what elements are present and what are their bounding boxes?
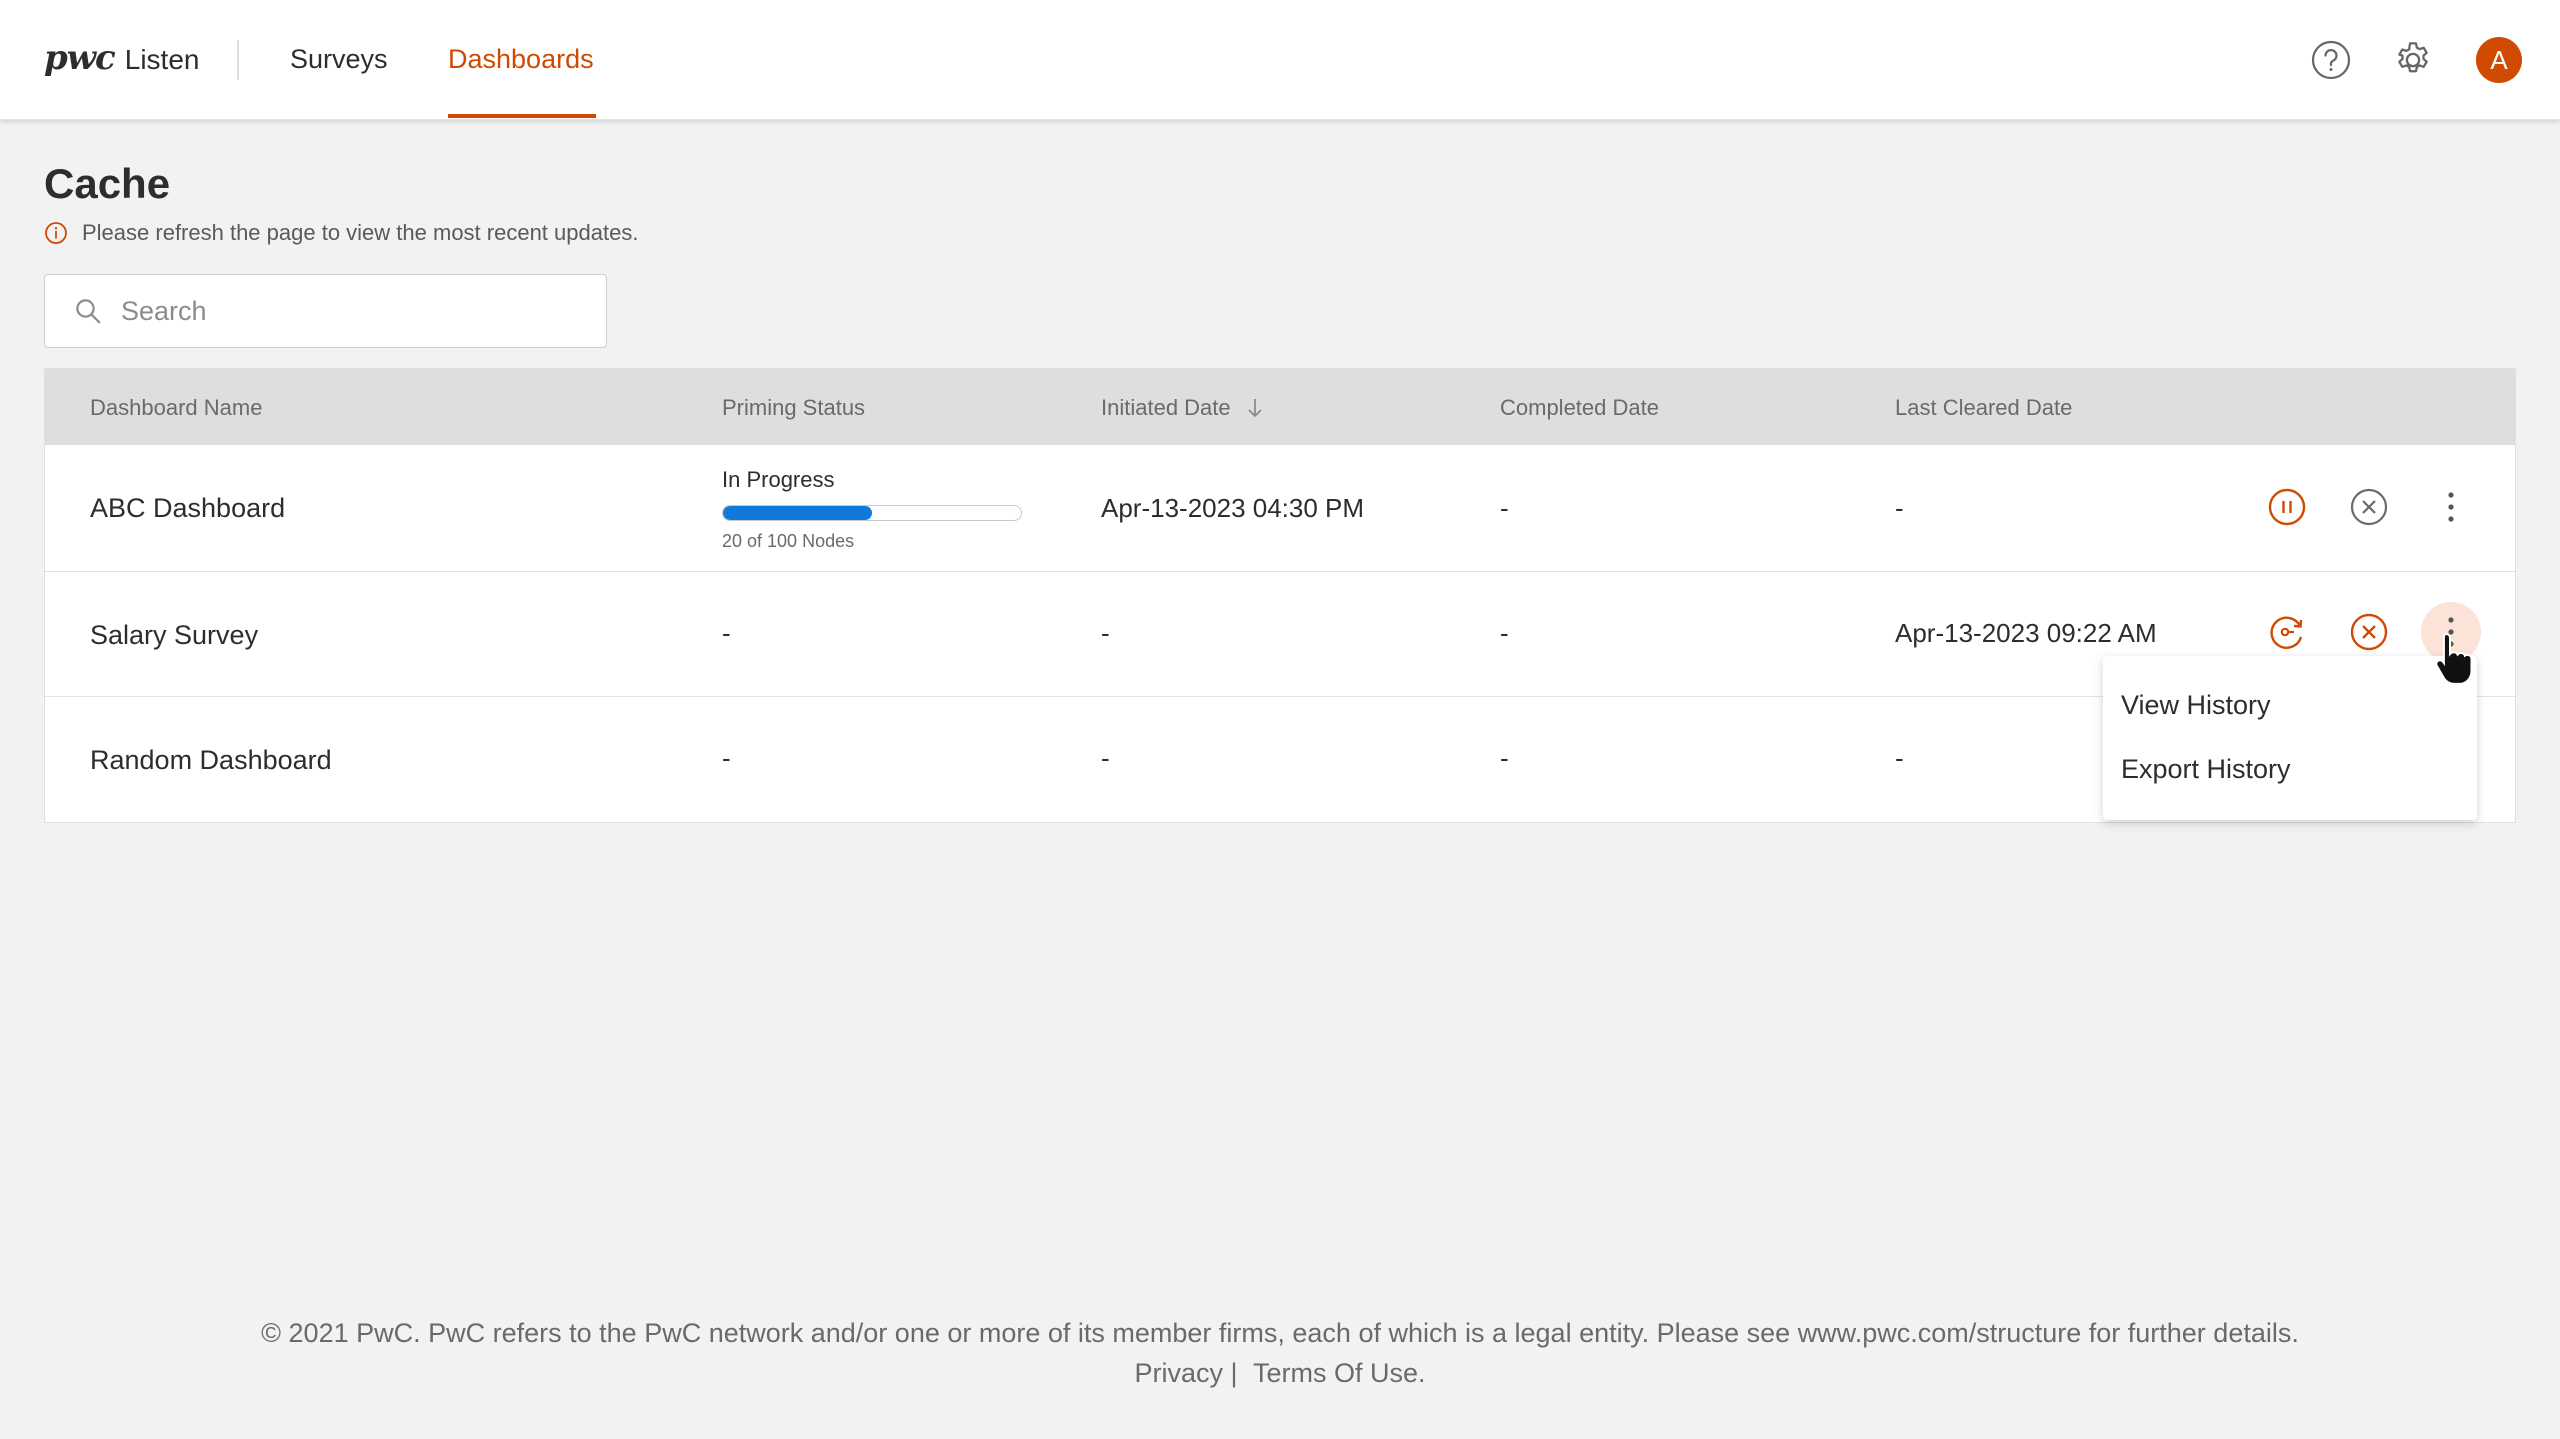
- info-icon: [45, 222, 67, 244]
- prime-icon[interactable]: [2265, 610, 2309, 654]
- cancel-icon[interactable]: [2347, 610, 2391, 654]
- priming-progress-text: 20 of 100 Nodes: [722, 531, 855, 551]
- more-icon[interactable]: [2429, 485, 2473, 529]
- column-header-priming-status[interactable]: Priming Status: [722, 395, 865, 421]
- menu-item-view-history[interactable]: View History: [2121, 690, 2271, 721]
- priming-status-label: In Progress: [722, 467, 835, 492]
- table-header: Dashboard Name Priming Status Initiated …: [45, 369, 2515, 445]
- user-avatar[interactable]: A: [2476, 37, 2522, 83]
- refresh-notice: Please refresh the page to view the most…: [44, 220, 638, 246]
- column-header-initiated-date[interactable]: Initiated Date: [1101, 395, 1265, 421]
- pwc-logo: pwc: [44, 38, 116, 78]
- sort-descending-icon[interactable]: [1245, 396, 1265, 420]
- column-header-initiated-date-label: Initiated Date: [1101, 395, 1231, 420]
- column-header-completed-date[interactable]: Completed Date: [1500, 395, 1659, 421]
- priming-status: -: [722, 618, 731, 648]
- help-icon[interactable]: [2309, 38, 2353, 82]
- last-cleared-date: -: [1895, 493, 1904, 523]
- dashboard-name: Random Dashboard: [90, 745, 332, 775]
- column-header-last-cleared-date[interactable]: Last Cleared Date: [1895, 395, 2072, 421]
- terms-of-use-link[interactable]: Terms Of Use.: [1253, 1358, 1426, 1388]
- priming-progress-bar: [722, 505, 1022, 521]
- menu-item-export-history[interactable]: Export History: [2121, 754, 2291, 785]
- last-cleared-date: -: [1895, 743, 1904, 773]
- last-cleared-date: Apr-13-2023 09:22 AM: [1895, 618, 2157, 648]
- nav-dashboards[interactable]: Dashboards: [448, 44, 594, 75]
- footer-copyright: © 2021 PwC. PwC refers to the PwC networ…: [261, 1318, 2299, 1348]
- search-icon: [76, 299, 101, 324]
- nav-active-indicator: [448, 114, 596, 118]
- column-header-dashboard-name[interactable]: Dashboard Name: [90, 395, 262, 421]
- search-box[interactable]: [44, 274, 607, 348]
- refresh-notice-text: Please refresh the page to view the most…: [82, 220, 639, 245]
- nav-surveys[interactable]: Surveys: [290, 44, 388, 75]
- top-navigation-bar: pwc Listen Surveys Dashboards A: [0, 0, 2560, 120]
- search-input[interactable]: [121, 295, 561, 327]
- privacy-link[interactable]: Privacy |: [1134, 1358, 1237, 1388]
- product-name: Listen: [124, 44, 200, 75]
- brand[interactable]: pwc Listen: [44, 38, 199, 78]
- priming-status: -: [722, 743, 731, 773]
- footer-links: Privacy | Terms Of Use.: [0, 1358, 2560, 1389]
- initiated-date: -: [1101, 618, 1110, 648]
- dashboard-name: Salary Survey: [90, 620, 259, 650]
- completed-date: -: [1500, 743, 1509, 773]
- page-title: Cache: [44, 160, 171, 207]
- initiated-date: -: [1101, 743, 1110, 773]
- priming-progress-fill: [723, 506, 872, 520]
- completed-date: -: [1500, 493, 1509, 523]
- cancel-icon[interactable]: [2347, 485, 2391, 529]
- hand-cursor-icon: [2435, 632, 2473, 685]
- pause-icon[interactable]: [2265, 485, 2309, 529]
- table-row[interactable]: ABC Dashboard In Progress 20 of 100 Node…: [45, 445, 2515, 572]
- dashboard-name: ABC Dashboard: [90, 493, 286, 523]
- row-actions-menu: View History Export History: [2103, 656, 2477, 820]
- initiated-date: Apr-13-2023 04:30 PM: [1101, 493, 1365, 523]
- brand-divider: [237, 40, 239, 80]
- completed-date: -: [1500, 618, 1509, 648]
- settings-icon[interactable]: [2391, 38, 2435, 82]
